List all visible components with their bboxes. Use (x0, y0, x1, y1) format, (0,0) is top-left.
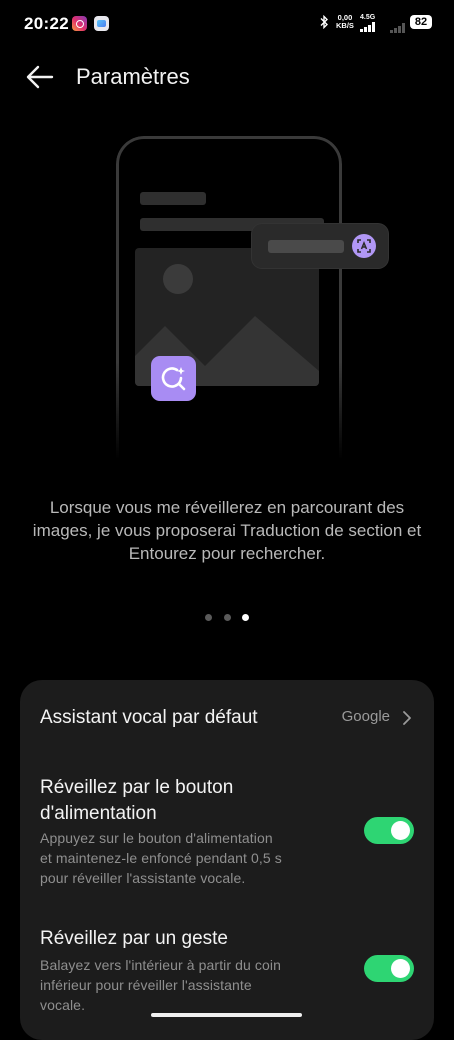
gallery-icon (94, 16, 109, 31)
page-title: Paramètres (76, 64, 190, 89)
gesture-desc-line2: inférieur pour réveiller l'assistante (40, 977, 252, 993)
default-assistant-value: Google (341, 708, 390, 725)
gesture-desc-line1: Balayez vers l'intérieur à partir du coi… (40, 957, 281, 973)
chevron-right-icon (403, 711, 411, 725)
feature-description: Lorsque vous me réveillerez en parcouran… (32, 498, 422, 563)
placeholder-text-line (140, 192, 206, 205)
status-time: 20:22 (24, 14, 69, 33)
page-dot-active (242, 614, 249, 621)
navigation-gesture-bar[interactable] (151, 1013, 302, 1017)
power-button-desc-line1: Appuyez sur le bouton d'alimentation (40, 830, 273, 846)
default-assistant-row[interactable]: Assistant vocal par défaut Google (20, 698, 434, 738)
page-indicator (0, 614, 454, 624)
page-dot (224, 614, 231, 621)
network-type: 4.5G (360, 14, 376, 21)
cell-signal-2-icon (390, 22, 405, 33)
sun-shape (163, 264, 193, 294)
page-dot (205, 614, 212, 621)
circle-search-icon (151, 356, 196, 401)
feature-illustration (0, 130, 454, 459)
back-arrow-icon[interactable] (26, 64, 54, 90)
translate-icon (352, 234, 376, 258)
battery-icon: 82 (410, 15, 432, 29)
placeholder-text-line (268, 240, 344, 253)
network-speed-unit: KB/S (336, 21, 354, 30)
header: Paramètres (0, 56, 454, 98)
power-button-desc-line2: et maintenez-le enfoncé pendant 0,5 s (40, 850, 282, 866)
bluetooth-icon (320, 15, 328, 29)
default-assistant-label: Assistant vocal par défaut (40, 707, 258, 728)
network-speed: 0,00 KB/S (336, 14, 354, 30)
settings-card: Assistant vocal par défaut Google Réveil… (20, 680, 434, 1040)
power-button-toggle[interactable] (364, 817, 414, 844)
gesture-toggle[interactable] (364, 955, 414, 982)
instagram-icon (72, 16, 87, 31)
gesture-desc-line3: vocale. (40, 997, 86, 1013)
gesture-label: Réveillez par un geste (40, 928, 228, 949)
cell-signal-icon: 4.5G (360, 14, 375, 32)
status-bar: 20:22 0,00 KB/S 4.5G 82 (0, 0, 454, 48)
translate-chip (252, 224, 388, 268)
power-button-label-line2: d'alimentation (40, 803, 157, 824)
power-button-label-line1: Réveillez par le bouton (40, 777, 234, 798)
power-button-desc-line3: pour réveiller l'assistante vocale. (40, 870, 246, 886)
